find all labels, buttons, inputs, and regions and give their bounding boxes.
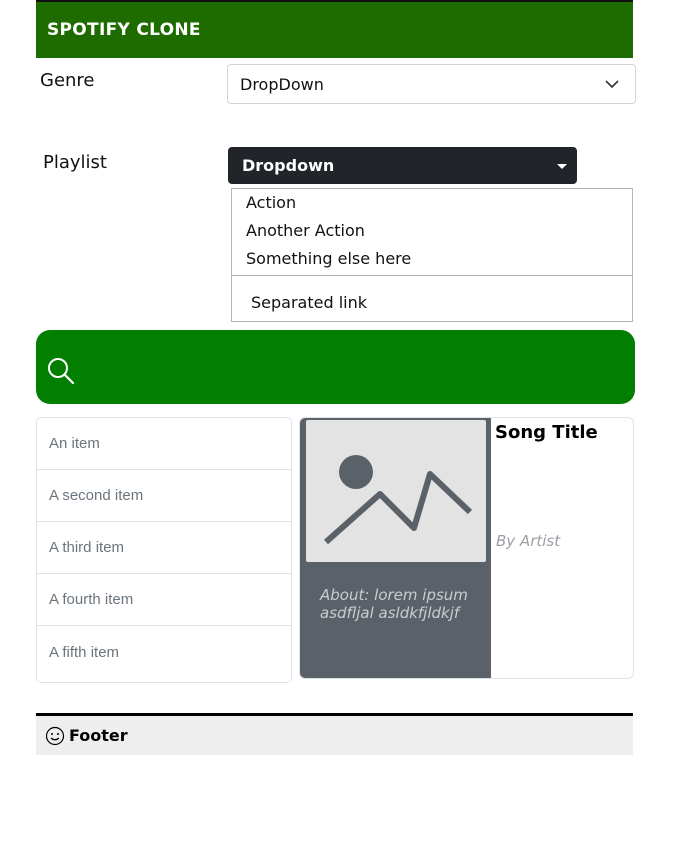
app-title: SPOTIFY CLONE <box>47 20 201 40</box>
image-placeholder-icon <box>324 455 473 545</box>
song-card[interactable]: About: lorem ipsum asdfljal asldkfjldkjf… <box>299 417 634 679</box>
footer: Footer <box>36 713 633 755</box>
genre-select[interactable]: DropDown <box>227 64 636 104</box>
list-item[interactable]: A third item <box>37 522 291 574</box>
playlist-dropdown-menu: Action Another Action Something else her… <box>231 188 633 322</box>
list-item[interactable]: A second item <box>37 470 291 522</box>
song-title: Song Title <box>495 422 598 443</box>
song-card-panel: About: lorem ipsum asdfljal asldkfjldkjf <box>300 418 491 678</box>
search-icon[interactable] <box>46 356 76 386</box>
footer-text: Footer <box>69 726 128 745</box>
list-item[interactable]: A fourth item <box>37 574 291 626</box>
smiley-icon <box>45 726 65 745</box>
chevron-down-icon <box>605 80 619 89</box>
list-item[interactable]: An item <box>37 418 291 470</box>
song-about: About: lorem ipsum asdfljal asldkfjldkjf <box>320 586 468 622</box>
item-list: An item A second item A third item A fou… <box>36 417 292 683</box>
playlist-dropdown-button[interactable]: Dropdown <box>228 147 577 184</box>
song-image <box>306 420 486 562</box>
genre-label: Genre <box>40 70 95 91</box>
song-artist: By Artist <box>496 532 561 550</box>
playlist-dropdown-label: Dropdown <box>242 156 335 175</box>
playlist-label: Playlist <box>43 152 107 173</box>
search-bar[interactable] <box>36 330 635 404</box>
genre-selected-value: DropDown <box>240 74 324 94</box>
caret-down-icon <box>557 164 567 169</box>
dropdown-item-something-else[interactable]: Something else here <box>246 249 411 268</box>
dropdown-item-another-action[interactable]: Another Action <box>246 221 365 240</box>
dropdown-item-action[interactable]: Action <box>246 193 296 212</box>
app-header: SPOTIFY CLONE <box>36 0 633 58</box>
dropdown-item-separated-link[interactable]: Separated link <box>251 293 367 312</box>
list-item[interactable]: A fifth item <box>37 626 291 678</box>
dropdown-divider <box>232 275 632 276</box>
